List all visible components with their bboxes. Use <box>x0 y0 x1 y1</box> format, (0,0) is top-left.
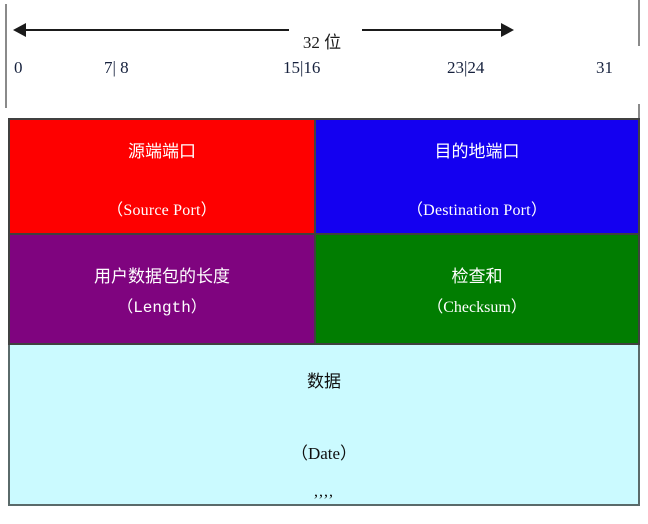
field-source-port-cn-label: 源端端口 <box>128 142 196 161</box>
arrow-head-right-icon <box>501 23 514 37</box>
field-data: 数据 （Date） ,,,, <box>8 343 640 506</box>
packet-structure-table: 源端端口 （Source Port） 目的地端口 （Destination Po… <box>7 118 640 506</box>
arrow-shaft-right <box>362 29 502 31</box>
field-checksum-en-label: （Checksum） <box>427 298 527 316</box>
bit-tick-15-16: 15|16 <box>283 58 321 77</box>
table-row-ports: 源端端口 （Source Port） 目的地端口 （Destination Po… <box>7 118 640 235</box>
field-destination-port-cn-label: 目的地端口 <box>434 142 520 161</box>
field-destination-port-en-label: （Destination Port） <box>406 202 548 219</box>
field-data-cn-label: 数据 <box>307 372 341 391</box>
field-source-port: 源端端口 （Source Port） <box>7 118 317 235</box>
field-checksum: 检查和 （Checksum） <box>314 233 640 345</box>
arrow-shaft-left <box>24 29 289 31</box>
field-length: 用户数据包的长度 （Length） <box>7 233 317 345</box>
bit-tick-23-24: 23|24 <box>447 58 485 77</box>
field-destination-port: 目的地端口 （Destination Port） <box>314 118 640 235</box>
field-length-en-label: （Length） <box>117 298 207 317</box>
width-arrow-row: 32 位 <box>0 18 648 52</box>
udp-header-diagram: 32 位 0 7| 8 15|16 23|24 31 源端端口 （Source … <box>0 0 648 524</box>
bit-tick-0: 0 <box>14 58 23 77</box>
table-row-length-checksum: 用户数据包的长度 （Length） 检查和 （Checksum） <box>7 233 640 345</box>
bit-index-scale: 0 7| 8 15|16 23|24 31 <box>0 58 648 84</box>
field-data-en-label: （Date） <box>290 444 358 463</box>
width-label: 32 位 <box>302 33 342 52</box>
bit-tick-31: 31 <box>596 58 613 77</box>
field-length-cn-label: 用户数据包的长度 <box>94 266 230 286</box>
field-checksum-cn-label: 检查和 <box>451 266 503 286</box>
field-source-port-en-label: （Source Port） <box>107 202 217 219</box>
right-guide-line-lower <box>638 104 640 118</box>
bit-tick-7-8: 7| 8 <box>104 58 129 77</box>
table-row-data: 数据 （Date） ,,,, <box>8 343 640 506</box>
field-data-continuation-marks: ,,,, <box>314 483 334 500</box>
